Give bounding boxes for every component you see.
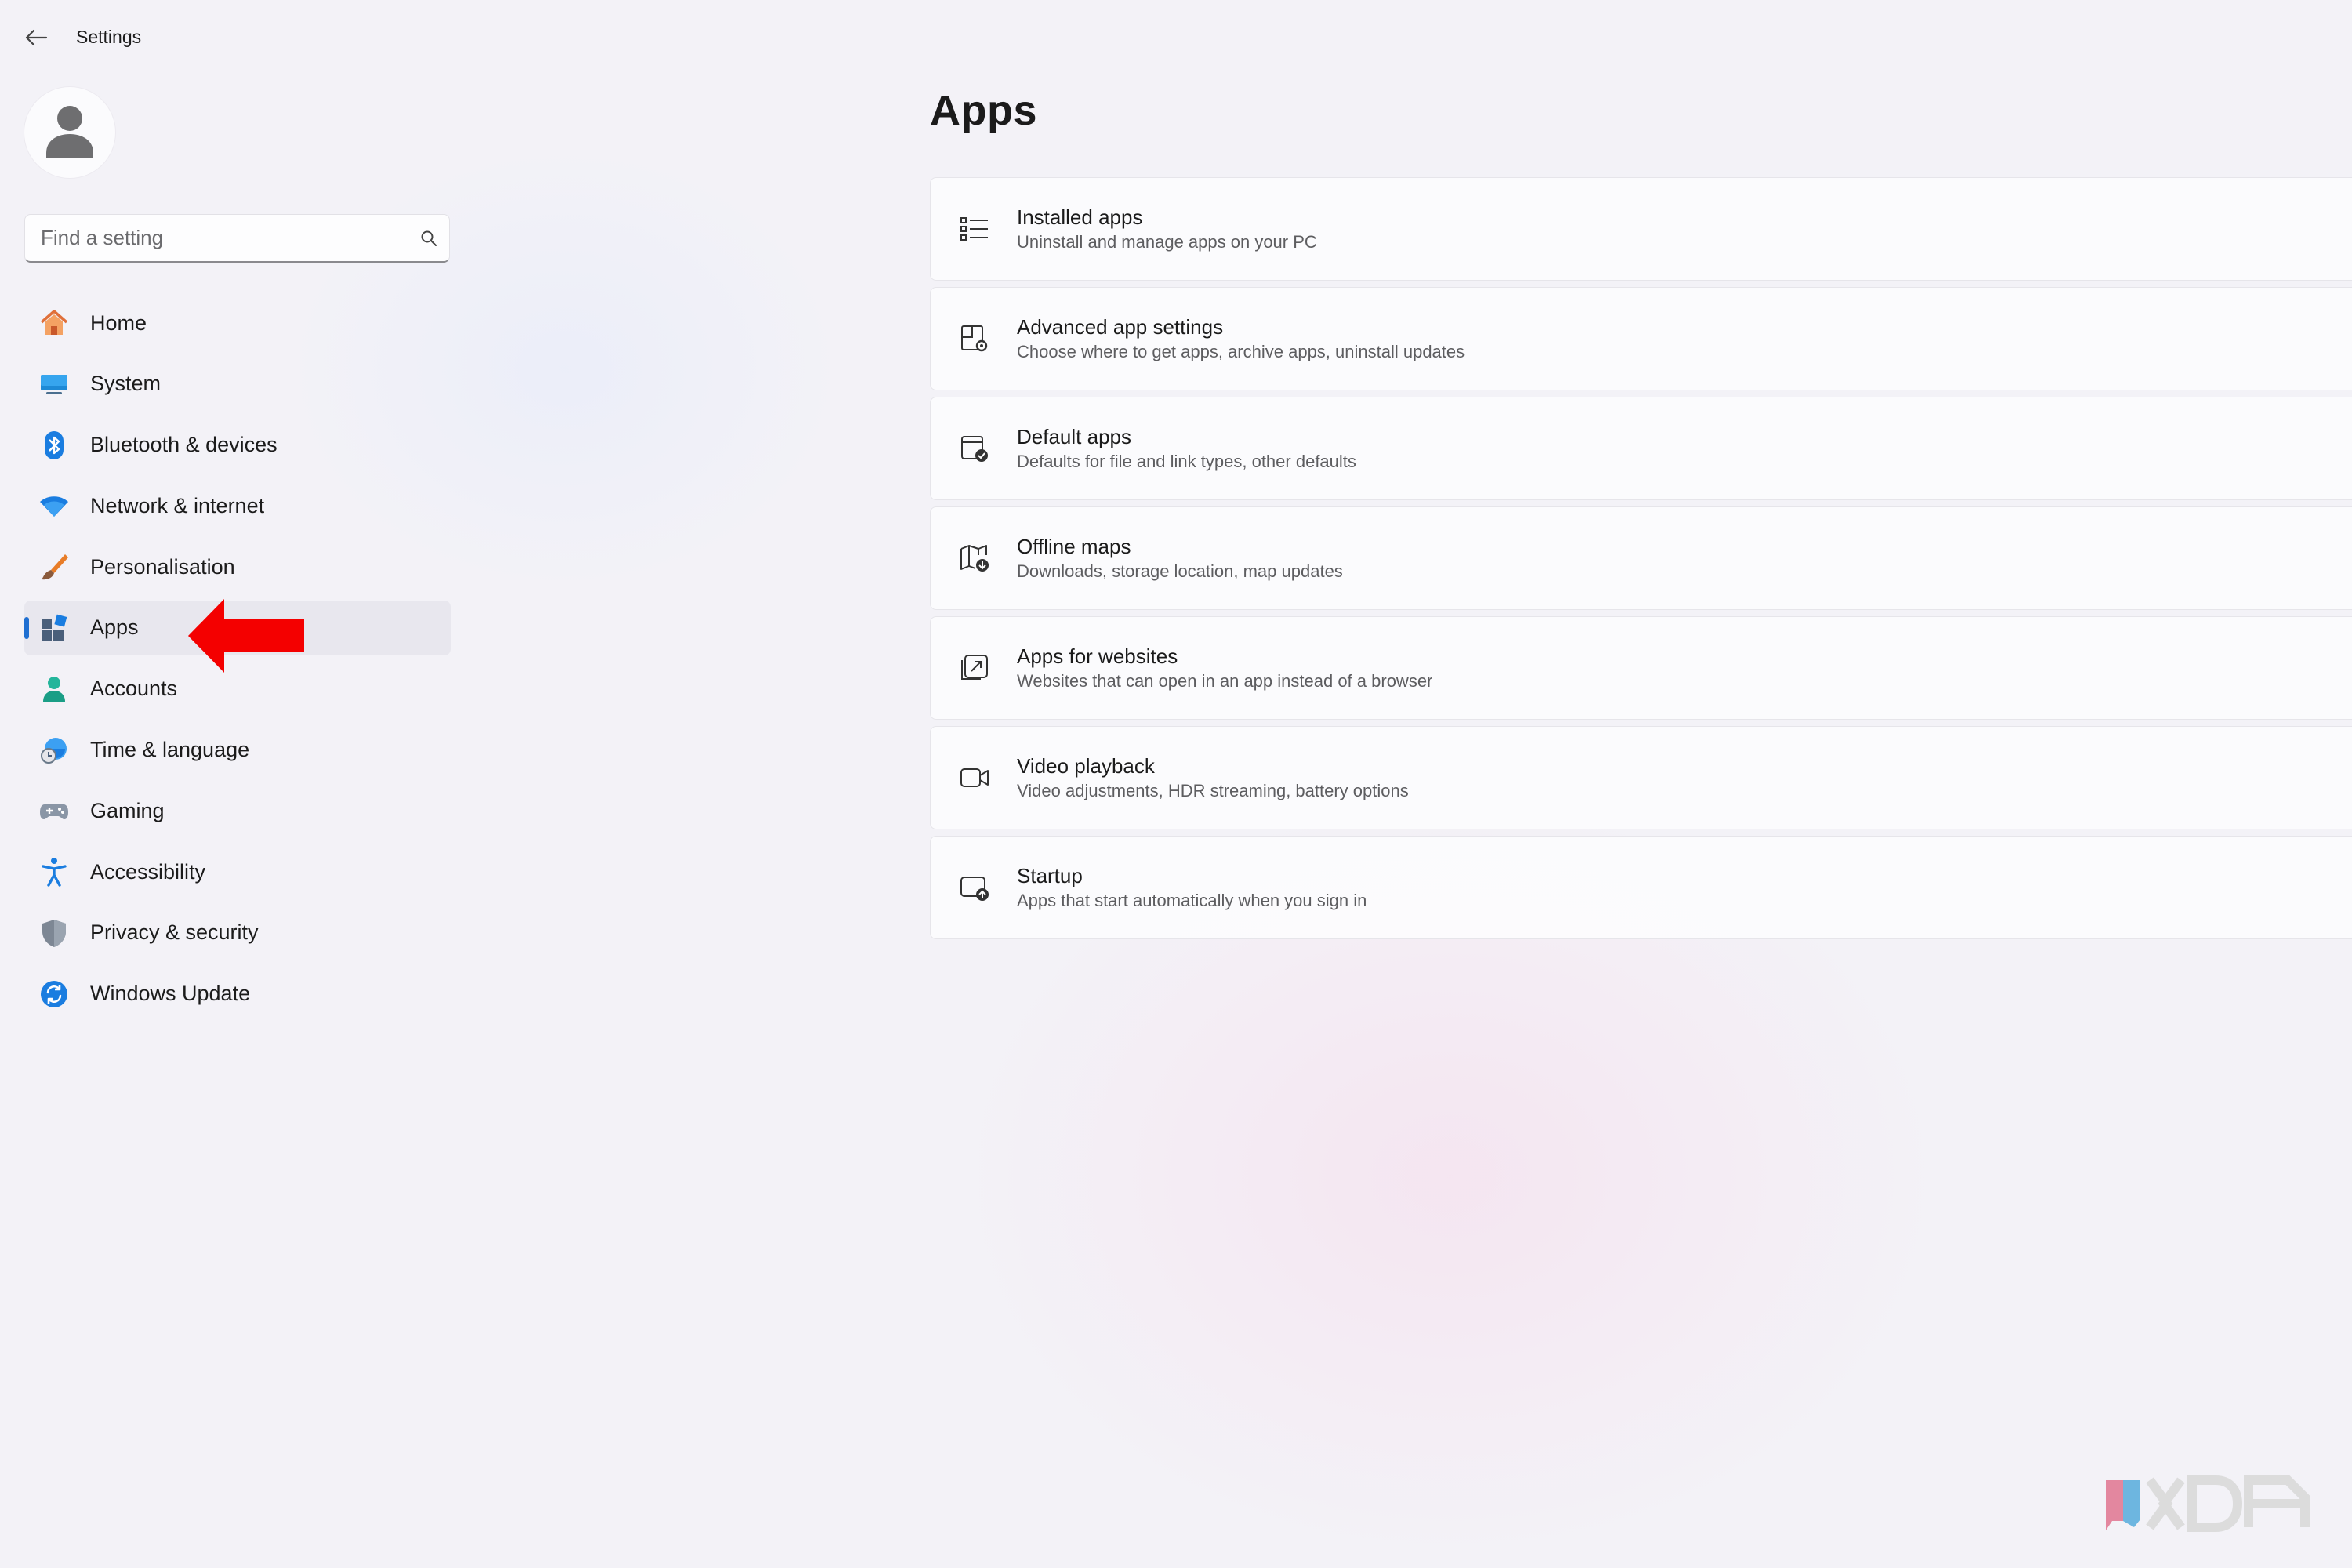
- card-offline-maps[interactable]: Offline maps Downloads, storage location…: [930, 506, 2352, 610]
- sidebar-item-label: Gaming: [90, 798, 165, 822]
- card-text: Video playback Video adjustments, HDR st…: [1017, 753, 1409, 803]
- card-description: Video adjustments, HDR streaming, batter…: [1017, 781, 1409, 800]
- sidebar-item-label: Privacy & security: [90, 920, 259, 945]
- sidebar-item-network[interactable]: Network & internet: [24, 478, 451, 533]
- sidebar-item-label: Accessibility: [90, 859, 206, 884]
- wifi-icon: [37, 488, 71, 523]
- card-video-playback[interactable]: Video playback Video adjustments, HDR st…: [930, 726, 2352, 829]
- card-description: Apps that start automatically when you s…: [1017, 891, 1367, 910]
- card-text: Advanced app settings Choose where to ge…: [1017, 314, 1465, 364]
- video-camera-icon: [954, 757, 995, 798]
- search-box[interactable]: [24, 214, 450, 263]
- card-apps-for-websites[interactable]: Apps for websites Websites that can open…: [930, 616, 2352, 720]
- card-text: Installed apps Uninstall and manage apps…: [1017, 204, 1317, 254]
- sidebar-item-label: Bluetooth & devices: [90, 433, 278, 457]
- card-text: Startup Apps that start automatically wh…: [1017, 862, 1367, 913]
- home-icon: [37, 306, 71, 340]
- card-description: Choose where to get apps, archive apps, …: [1017, 342, 1465, 361]
- card-title: Video playback: [1017, 754, 1155, 778]
- card-description: Uninstall and manage apps on your PC: [1017, 232, 1317, 252]
- apps-settings-list: Installed apps Uninstall and manage apps…: [930, 177, 2352, 946]
- update-icon: [37, 977, 71, 1011]
- sidebar-item-accessibility[interactable]: Accessibility: [24, 844, 451, 899]
- sidebar-item-label: Windows Update: [90, 982, 251, 1006]
- sidebar-item-label: Home: [90, 310, 147, 335]
- map-download-icon: [954, 538, 995, 579]
- card-title: Installed apps: [1017, 205, 1143, 229]
- default-apps-icon: [954, 428, 995, 469]
- selection-indicator: [24, 616, 29, 639]
- card-text: Apps for websites Websites that can open…: [1017, 643, 1432, 693]
- sidebar-item-personalisation[interactable]: Personalisation: [24, 539, 451, 594]
- startup-icon: [954, 867, 995, 908]
- sidebar-item-label: Accounts: [90, 677, 178, 701]
- card-text: Offline maps Downloads, storage location…: [1017, 533, 1343, 583]
- system-icon: [37, 367, 71, 401]
- sidebar-item-windows-update[interactable]: Windows Update: [24, 967, 451, 1022]
- open-external-icon: [954, 648, 995, 688]
- card-default-apps[interactable]: Default apps Defaults for file and link …: [930, 397, 2352, 500]
- title-bar: Settings: [0, 0, 470, 75]
- apps-icon: [37, 611, 71, 645]
- sidebar-item-label: System: [90, 372, 162, 396]
- search-icon[interactable]: [408, 230, 449, 247]
- accessibility-icon: [37, 855, 71, 889]
- page-title: Apps: [930, 87, 1037, 134]
- sidebar-item-system[interactable]: System: [24, 357, 451, 412]
- sidebar-item-label: Network & internet: [90, 493, 265, 517]
- red-arrow-icon: [188, 599, 304, 673]
- shield-icon: [37, 916, 71, 950]
- card-title: Offline maps: [1017, 535, 1131, 558]
- card-installed-apps[interactable]: Installed apps Uninstall and manage apps…: [930, 177, 2352, 281]
- app-title: Settings: [76, 27, 142, 47]
- card-title: Advanced app settings: [1017, 315, 1224, 339]
- back-button[interactable]: [17, 22, 55, 53]
- sidebar-item-home[interactable]: Home: [24, 296, 451, 350]
- sidebar-item-label: Personalisation: [90, 554, 235, 579]
- avatar[interactable]: [24, 87, 115, 178]
- card-startup[interactable]: Startup Apps that start automatically wh…: [930, 836, 2352, 939]
- sidebar-item-label: Apps: [90, 615, 139, 640]
- card-text: Default apps Defaults for file and link …: [1017, 423, 1356, 474]
- back-arrow-icon: [25, 29, 48, 46]
- card-title: Default apps: [1017, 425, 1131, 448]
- bluetooth-icon: [37, 428, 71, 463]
- time-language-icon: [37, 733, 71, 768]
- app-settings-icon: [954, 318, 995, 359]
- sidebar-item-bluetooth[interactable]: Bluetooth & devices: [24, 418, 451, 473]
- card-title: Apps for websites: [1017, 644, 1178, 668]
- search-input[interactable]: [25, 225, 408, 251]
- list-icon: [954, 209, 995, 249]
- brush-icon: [37, 550, 71, 584]
- card-description: Downloads, storage location, map updates: [1017, 561, 1343, 581]
- sidebar-item-gaming[interactable]: Gaming: [24, 783, 451, 838]
- sidebar-item-label: Time & language: [90, 738, 250, 762]
- sidebar-item-time-language[interactable]: Time & language: [24, 723, 451, 778]
- gamepad-icon: [37, 793, 71, 828]
- card-advanced-app-settings[interactable]: Advanced app settings Choose where to ge…: [930, 287, 2352, 390]
- card-title: Startup: [1017, 864, 1083, 887]
- accounts-icon: [37, 672, 71, 706]
- card-description: Websites that can open in an app instead…: [1017, 671, 1433, 691]
- user-avatar-icon: [46, 106, 93, 158]
- sidebar-item-privacy[interactable]: Privacy & security: [24, 906, 451, 960]
- card-description: Defaults for file and link types, other …: [1017, 452, 1356, 471]
- xda-logo-icon: [2106, 1475, 2310, 1532]
